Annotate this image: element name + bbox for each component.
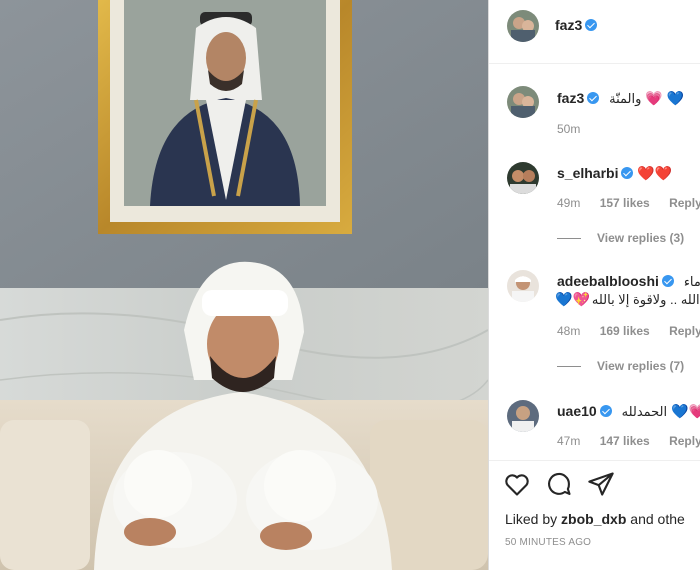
caption-time: 50m	[557, 122, 581, 136]
comment-time: 48m	[557, 324, 581, 338]
comment-username[interactable]: s_elharbi	[557, 165, 618, 181]
blue-heart-icon: 💙	[666, 90, 685, 106]
red-heart-icon: ❤️	[654, 165, 673, 181]
liked-by-user[interactable]: zbob_dxb	[561, 511, 626, 527]
verified-badge-icon	[585, 19, 598, 31]
view-replies-button[interactable]: View replies (7)	[557, 359, 684, 373]
comment-time: 47m	[557, 434, 581, 448]
post-timestamp: 50 MINUTES AGO	[505, 537, 592, 548]
comment-username[interactable]: adeebalblooshi	[557, 273, 659, 289]
post-photo[interactable]	[0, 0, 488, 570]
verified-badge-icon	[587, 92, 600, 104]
heart-outline-icon[interactable]	[503, 470, 531, 498]
liked-by-prefix: Liked by	[505, 511, 558, 527]
verified-badge-icon	[621, 167, 634, 179]
reply-button[interactable]: Reply	[669, 196, 700, 210]
liked-by[interactable]: Liked by zbob_dxb and othe	[505, 511, 685, 527]
comment-text: الحمدلله	[621, 404, 668, 419]
blue-heart-icon: 💙	[671, 403, 689, 419]
avatar[interactable]	[507, 86, 539, 118]
replies-dash	[557, 366, 581, 368]
pink-heart-icon: 💗	[688, 403, 700, 419]
replies-dash	[557, 238, 581, 240]
verified-badge-icon	[599, 405, 612, 417]
caption-text: والمنّة	[609, 91, 642, 106]
comment-username[interactable]: uae10	[557, 403, 597, 419]
comment-bubble-icon[interactable]	[545, 470, 573, 498]
avatar[interactable]	[507, 162, 539, 194]
sparkling-heart-icon: 💖	[572, 291, 590, 307]
reply-button[interactable]: Reply	[669, 324, 700, 338]
reply-button[interactable]: Reply	[669, 434, 700, 448]
header-divider	[489, 63, 700, 64]
comments-panel: faz3 faz3 والمنّة 💗 💙 50m s_elharbi ❤️❤️…	[489, 0, 700, 570]
avatar[interactable]	[507, 10, 539, 42]
post-header: faz3	[489, 0, 700, 52]
caption-username[interactable]: faz3	[557, 90, 584, 106]
comment-text-line2: الله .. ولاقوة إلا بالله..	[591, 292, 700, 307]
liked-by-suffix: and othe	[630, 511, 685, 527]
view-replies-label: View replies (3)	[597, 231, 685, 245]
avatar[interactable]	[507, 270, 539, 302]
blue-heart-icon: 💙	[555, 291, 573, 307]
view-replies-button[interactable]: View replies (3)	[557, 231, 684, 245]
paper-plane-icon[interactable]	[587, 470, 615, 498]
red-heart-icon: ❤️	[637, 165, 655, 181]
comment-text: ماء	[683, 274, 700, 289]
pink-heart-icon: 💗	[645, 90, 663, 106]
view-replies-label: View replies (7)	[597, 359, 685, 373]
actions-divider	[489, 460, 700, 461]
verified-badge-icon	[661, 275, 674, 287]
comment-likes[interactable]: 147 likes	[600, 434, 650, 448]
comment-likes[interactable]: 157 likes	[600, 196, 650, 210]
comment-likes[interactable]: 169 likes	[600, 324, 650, 338]
avatar[interactable]	[507, 400, 539, 432]
comment-time: 49m	[557, 196, 581, 210]
post-author-username[interactable]: faz3	[555, 17, 582, 33]
